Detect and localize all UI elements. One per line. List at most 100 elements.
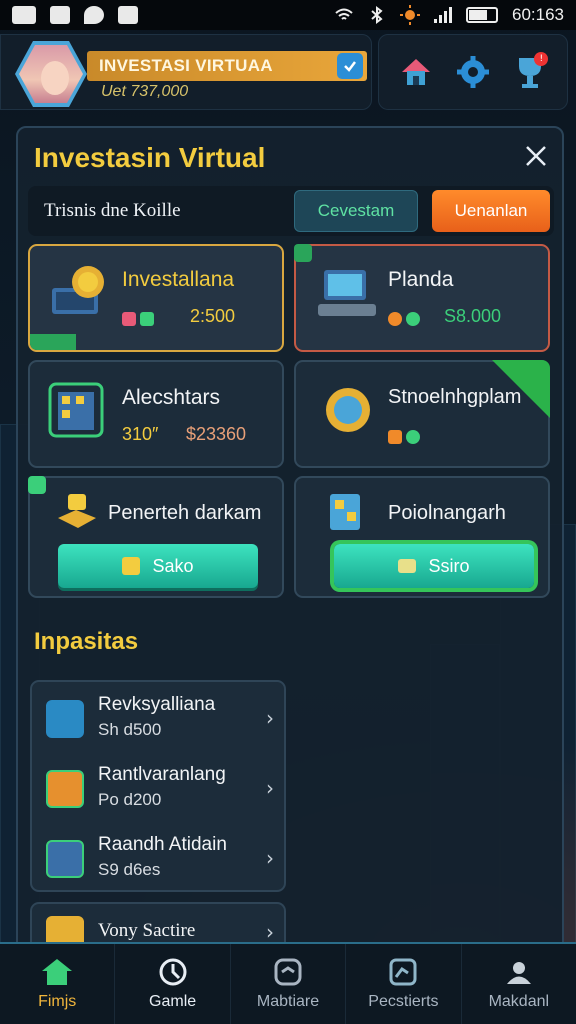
computer-coin-icon [52,266,104,314]
building-icon [48,382,104,438]
gem-icons [122,308,158,327]
list-item-sub: Sh d500 [98,720,162,739]
player-name-banner: INVESTASI VIRTUAA [87,51,367,81]
leaf-badge-icon [28,476,46,494]
nav-home[interactable]: Fimjs [0,944,116,1024]
nav-label: Gamle [149,993,197,1010]
header-actions: ! [378,34,568,110]
investment-list: Revksyalliana Sh d500 › Rantlvaranlang P… [30,680,286,892]
investment-card[interactable]: Planda S8.000 [294,244,550,352]
card-stat: 2:500 [190,306,236,326]
tab-secondary[interactable]: Uenanlan [432,190,550,232]
card-action-button[interactable]: Ssiro [334,544,534,588]
battery-icon [466,7,498,23]
image-icon [50,6,70,24]
list-item-title: Rantlvaranlang [98,764,226,785]
chevron-right-icon: › [266,706,274,730]
game-header: INVESTASI VIRTUAA Uet 737,000 ! [0,32,576,112]
shield-icon [84,6,104,24]
gem-icons [388,426,424,445]
card-stat: S8.000 [444,306,502,326]
list-item-title: Raandh Atidain [98,834,227,855]
chart-icon [389,958,417,986]
coin-stack-icon [326,388,370,432]
investment-card[interactable]: Stnoelnhgplam [294,360,550,468]
investment-card[interactable]: Penerteh darkam Sako [28,476,284,598]
leaf-badge-icon [294,244,312,262]
avatar[interactable] [15,41,87,107]
tab-primary[interactable]: Cevestam [294,190,418,232]
card-stat-b: $23360 [186,424,247,444]
box-icon [122,557,141,575]
investment-card[interactable]: Poiolnangarh Ssiro [294,476,550,598]
nav-label: Fimjs [38,993,77,1010]
signal-icon [434,7,452,23]
card-title: Penerteh darkam [108,502,262,524]
chevron-right-icon: › [266,846,274,870]
bluetooth-icon [371,6,383,24]
player-name: INVESTASI VIRTUAA [99,56,273,75]
player-balance: Uet 737,000 [101,83,189,100]
gamepad-icon [159,958,187,986]
chevron-right-icon: › [266,920,274,944]
app-icon [118,6,138,24]
list-item[interactable]: Raandh Atidain S9 d6es › [32,824,284,894]
profile-icon [506,962,531,984]
list-item-title: Revksyalliana [98,694,216,715]
house-icon [401,59,430,85]
verified-icon[interactable] [337,53,363,79]
filter-row: Trisnis dne Koille Cevestam Uenanlan [28,186,554,236]
chevron-right-icon: › [266,776,274,800]
investment-panel: Investasin Virtual Trisnis dne Koille Ce… [16,126,564,956]
gold-bars-icon [58,494,96,528]
factory-icon [46,840,84,878]
rocket-icon [46,700,84,738]
card-stripe [30,334,76,350]
card-action-button[interactable]: Sako [58,544,258,588]
card-title: Investallana [122,268,235,291]
wifi-icon [335,8,353,20]
nav-label: Makdanl [488,993,550,1010]
list-item[interactable]: Revksyalliana Sh d500 › [32,684,284,754]
nav-market[interactable]: Mabtiare [231,944,347,1024]
sun-icon [400,5,420,25]
monitor-icon [318,270,376,316]
card-title: Alecshtars [122,386,221,409]
home-button[interactable] [396,52,436,92]
status-bar: 60:163 [0,0,576,30]
button-label: Ssiro [428,555,470,576]
list-item-title: Vony Sactire [98,920,196,941]
investment-card[interactable]: Alecshtars 310″ $23360 [28,360,284,468]
nav-label: Pecstierts [368,993,439,1010]
list-item[interactable]: Rantlvaranlang Po d200 › [32,754,284,824]
settings-button[interactable] [453,52,493,92]
filter-label: Trisnis dne Koille [44,200,181,221]
ticket-icon [398,559,417,573]
player-card[interactable]: INVESTASI VIRTUAA Uet 737,000 [0,34,372,110]
card-title: Stnoelnhgplam [388,386,522,408]
bottom-nav: Fimjs Gamle Mabtiare Pecstierts Makdanl [0,942,576,1024]
button-label: Sako [152,555,194,576]
card-title: Planda [388,268,454,291]
card-title: Poiolnangarh [388,502,506,524]
home-icon [42,959,73,985]
panel-title: Investasin Virtual [34,142,266,173]
card-icon [46,770,84,808]
notification-icon [12,6,36,24]
clock: 60:163 [512,5,564,24]
card-stat-a: 310″ [122,424,159,444]
nav-projects[interactable]: Pecstierts [346,944,462,1024]
notifications-button[interactable]: ! [510,52,550,92]
investment-card[interactable]: Investallana 2:500 [28,244,284,352]
list-item-sub: S9 d6es [98,860,161,879]
nav-label: Mabtiare [256,993,320,1010]
close-button[interactable] [522,142,550,170]
close-icon [526,146,546,166]
nav-profile[interactable]: Makdanl [462,944,576,1024]
section-title: Inpasitas [34,628,139,655]
badge-icon [274,958,302,986]
nav-game[interactable]: Gamle [115,944,231,1024]
gear-icons [388,308,424,327]
list-item-sub: Po d200 [98,790,162,809]
blueprint-icon [330,494,360,530]
